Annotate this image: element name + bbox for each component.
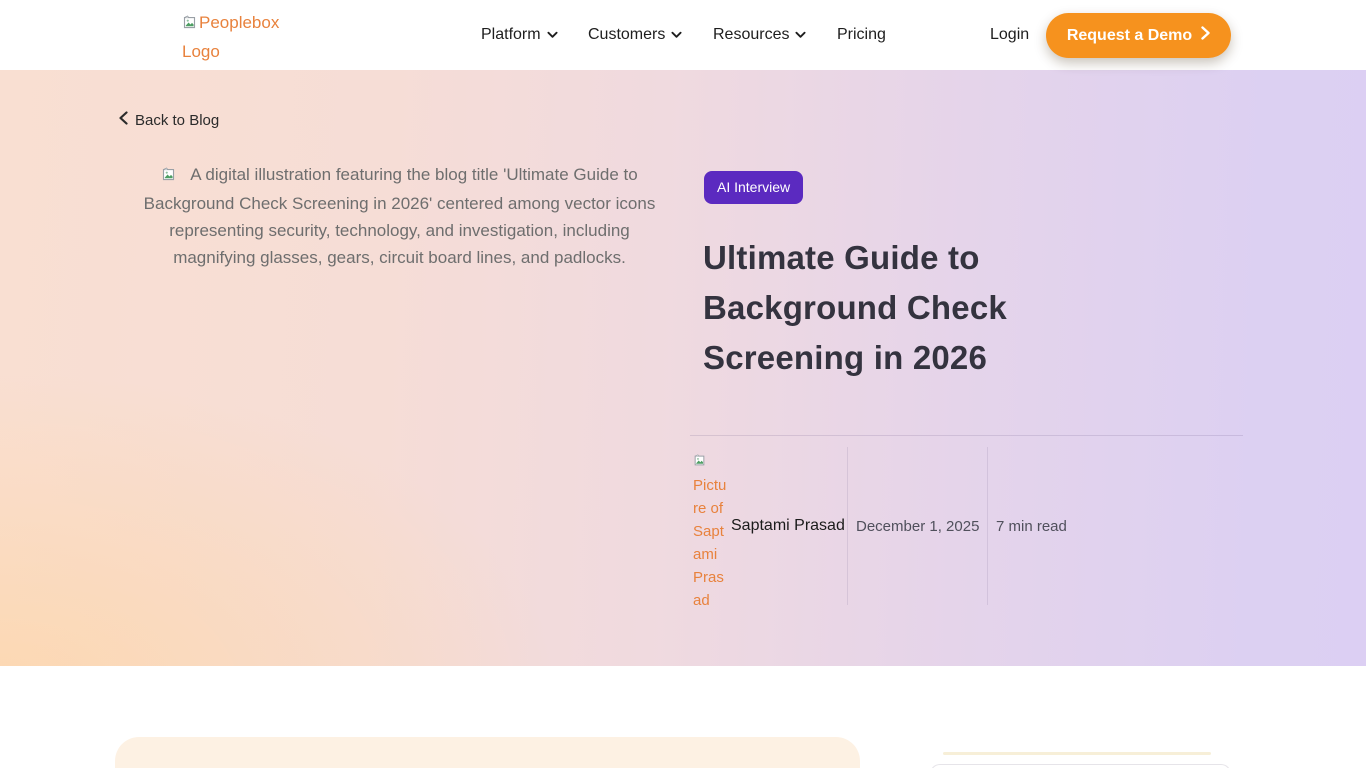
nav-platform-label: Platform: [481, 26, 541, 44]
nav-item-pricing[interactable]: Pricing: [837, 26, 886, 44]
author-divider: [690, 435, 1243, 436]
nav-item-customers[interactable]: Customers: [588, 26, 682, 44]
request-demo-button[interactable]: Request a Demo: [1046, 13, 1231, 58]
nav-item-platform[interactable]: Platform: [481, 26, 558, 44]
chevron-right-icon: [1201, 26, 1210, 45]
broken-image-icon: [182, 11, 197, 38]
back-to-blog-link[interactable]: Back to Blog: [119, 111, 219, 129]
nav-pricing-label: Pricing: [837, 26, 886, 44]
meta-vertical-divider: [847, 447, 848, 605]
hero-section: Back to Blog A digital illustration feat…: [0, 70, 1366, 666]
request-demo-label: Request a Demo: [1067, 27, 1192, 45]
login-link[interactable]: Login: [990, 26, 1029, 44]
post-header-column: AI Interview Ultimate Guide to Backgroun…: [690, 70, 1246, 666]
category-badge[interactable]: AI Interview: [704, 171, 803, 204]
author-avatar-alt-text: Picture of Saptami Prasad: [693, 477, 726, 609]
broken-image-icon: [693, 451, 706, 474]
featured-image-alt-text: A digital illustration featuring the blo…: [144, 165, 656, 267]
broken-image-icon: [161, 163, 176, 190]
read-time: 7 min read: [996, 518, 1067, 535]
chevron-left-icon: [119, 111, 128, 129]
back-to-blog-label: Back to Blog: [135, 112, 219, 129]
sidebar-card-top: [930, 764, 1231, 768]
author-meta-row: Picture of Saptami Prasad Saptami Prasad…: [690, 445, 1243, 607]
sidebar-card-accent-line: [943, 752, 1211, 755]
chevron-down-icon: [671, 26, 682, 44]
author-name[interactable]: Saptami Prasad: [731, 517, 845, 535]
post-date: December 1, 2025: [856, 518, 979, 535]
blog-post-page: Peoplebox Logo Platform Customers Resour…: [0, 0, 1366, 768]
chevron-down-icon: [795, 26, 806, 44]
nav-customers-label: Customers: [588, 26, 665, 44]
author-avatar-broken-image: Picture of Saptami Prasad: [693, 450, 731, 612]
nav-item-resources[interactable]: Resources: [713, 26, 806, 44]
meta-vertical-divider: [987, 447, 988, 605]
site-header: Peoplebox Logo Platform Customers Resour…: [0, 0, 1366, 70]
post-title: Ultimate Guide to Background Check Scree…: [703, 233, 1089, 383]
logo-broken-image[interactable]: Peoplebox Logo: [182, 9, 288, 65]
chevron-down-icon: [547, 26, 558, 44]
article-content-card-top: [115, 737, 860, 768]
featured-image-broken: A digital illustration featuring the blo…: [127, 161, 672, 271]
nav-resources-label: Resources: [713, 26, 789, 44]
